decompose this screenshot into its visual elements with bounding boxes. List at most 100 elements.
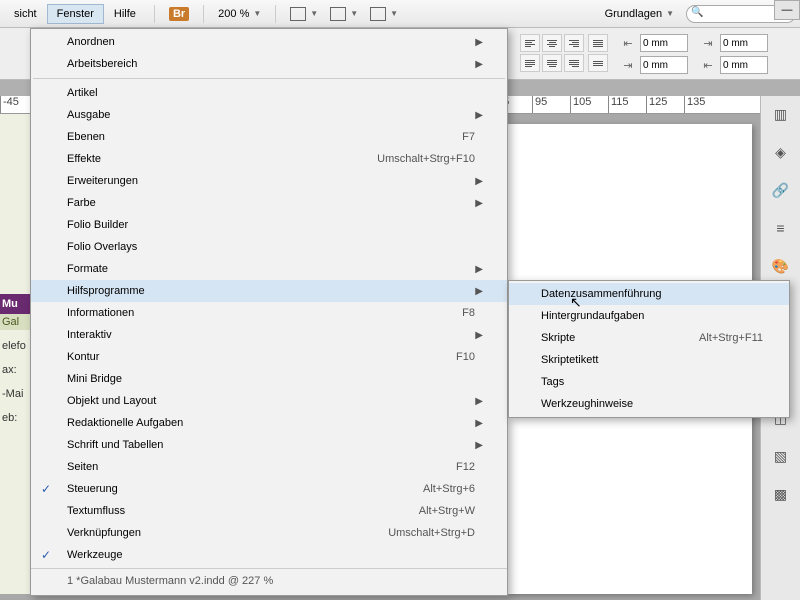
headline-fragment: Mu xyxy=(0,294,30,314)
submenu-item-label: Skripte xyxy=(541,332,575,344)
submenu-arrow-icon: ▶ xyxy=(475,176,483,187)
menu-item[interactable]: Farbe▶ xyxy=(31,192,507,214)
menu-item-shortcut: F8 xyxy=(462,307,483,319)
menu-item-label: Ebenen xyxy=(67,131,105,143)
submenu-arrow-icon: ▶ xyxy=(475,264,483,275)
window-menu-dropdown: Anordnen▶Arbeitsbereich▶ArtikelAusgabe▶E… xyxy=(30,28,508,596)
align-center-button[interactable] xyxy=(542,34,562,52)
align-away-spine-button[interactable] xyxy=(588,54,608,72)
indent-last-input[interactable] xyxy=(720,56,768,74)
justify-right-button[interactable] xyxy=(564,54,584,72)
window-minimize-button[interactable]: — xyxy=(774,0,800,20)
menu-help[interactable]: Hilfe xyxy=(104,4,146,24)
panel-icon-10[interactable]: ▧ xyxy=(769,446,793,466)
menu-item[interactable]: Arbeitsbereich▶ xyxy=(31,53,507,75)
submenu-shortcut: Alt+Strg+F11 xyxy=(699,332,771,344)
indent-column-1: ⇤ ⇥ xyxy=(620,34,688,74)
left-page-fragment: Mu Gal elefoax:-Maieb: xyxy=(0,114,30,594)
links-panel-icon[interactable]: 🔗 xyxy=(769,180,793,200)
submenu-arrow-icon: ▶ xyxy=(475,418,483,429)
menu-item[interactable]: Folio Overlays xyxy=(31,236,507,258)
panel-icon-11[interactable]: ▩ xyxy=(769,484,793,504)
align-left-button[interactable] xyxy=(520,34,540,52)
zoom-level[interactable]: 200 %▼ xyxy=(212,6,267,22)
menu-item-label: Formate xyxy=(67,263,108,275)
submenu-arrow-icon: ▶ xyxy=(475,37,483,48)
menu-item[interactable]: Ausgabe▶ xyxy=(31,104,507,126)
menu-item[interactable]: TextumflussAlt+Strg+W xyxy=(31,500,507,522)
menu-item[interactable]: EffekteUmschalt+Strg+F10 xyxy=(31,148,507,170)
menu-item-label: Interaktiv xyxy=(67,329,112,341)
menu-open-document[interactable]: 1 *Galabau Mustermann v2.indd @ 227 % xyxy=(31,568,507,593)
menu-item[interactable]: VerknüpfungenUmschalt+Strg+D xyxy=(31,522,507,544)
menu-item[interactable]: Anordnen▶ xyxy=(31,31,507,53)
submenu-arrow-icon: ▶ xyxy=(475,330,483,341)
check-icon: ✓ xyxy=(41,482,51,496)
pages-panel-icon[interactable]: ▥ xyxy=(769,104,793,124)
menu-item-label: Steuerung xyxy=(67,483,118,495)
indent-left-input[interactable] xyxy=(640,34,688,52)
menu-item[interactable]: Artikel xyxy=(31,82,507,104)
submenu-item-label: Datenzusammenführung xyxy=(541,288,661,300)
submenu-item-label: Tags xyxy=(541,376,564,388)
menu-item[interactable]: Redaktionelle Aufgaben▶ xyxy=(31,412,507,434)
ruler-tick: -45 xyxy=(0,96,19,114)
menu-item-label: Verknüpfungen xyxy=(67,527,141,539)
menu-view[interactable]: sicht xyxy=(4,4,47,24)
menu-item[interactable]: Formate ▶ xyxy=(31,258,507,280)
menu-item[interactable]: KonturF10 xyxy=(31,346,507,368)
contact-labels-fragment: elefoax:-Maieb: xyxy=(0,330,30,434)
submenu-item[interactable]: Tags xyxy=(509,371,789,393)
workspace-area: Grundlagen▼ 🔍 xyxy=(599,5,796,23)
submenu-item-label: Werkzeughinweise xyxy=(541,398,633,410)
indent-column-2: ⇥ ⇤ xyxy=(700,34,768,74)
filmstrip-icon xyxy=(290,7,306,21)
submenu-item[interactable]: Hintergrundaufgaben xyxy=(509,305,789,327)
arrange-documents[interactable]: ▼ xyxy=(364,5,404,23)
menu-item-shortcut: Umschalt+Strg+F10 xyxy=(377,153,483,165)
submenu-item[interactable]: Werkzeughinweise xyxy=(509,393,789,415)
submenu-arrow-icon: ▶ xyxy=(475,396,483,407)
indent-right-input[interactable] xyxy=(720,34,768,52)
screen-mode[interactable]: ▼ xyxy=(324,5,364,23)
paragraph-align-group xyxy=(520,34,584,72)
bridge-button[interactable]: Br xyxy=(163,5,195,23)
stroke-panel-icon[interactable]: ≡ xyxy=(769,218,793,238)
workspace-switcher[interactable]: Grundlagen▼ xyxy=(599,6,680,22)
menu-item[interactable]: ✓Werkzeuge xyxy=(31,544,507,566)
menu-item[interactable]: Mini Bridge xyxy=(31,368,507,390)
menu-item-label: Textumfluss xyxy=(67,505,125,517)
indent-right-icon: ⇥ xyxy=(700,35,716,51)
menu-item[interactable]: InformationenF8 xyxy=(31,302,507,324)
indent-first-input[interactable] xyxy=(640,56,688,74)
menu-item[interactable]: ✓ Steuerung Alt+Strg+6 xyxy=(31,478,507,500)
menu-item-label: Farbe xyxy=(67,197,96,209)
menu-item[interactable]: Interaktiv ▶ xyxy=(31,324,507,346)
justify-left-button[interactable] xyxy=(520,54,540,72)
submenu-item[interactable]: Skriptetikett xyxy=(509,349,789,371)
menu-item-label: Arbeitsbereich xyxy=(67,58,137,70)
menu-item[interactable]: Objekt und Layout▶ xyxy=(31,390,507,412)
menu-item[interactable]: Schrift und Tabellen▶ xyxy=(31,434,507,456)
align-right-button[interactable] xyxy=(564,34,584,52)
menu-item-label: Schrift und Tabellen xyxy=(67,439,163,451)
justify-center-button[interactable] xyxy=(542,54,562,72)
search-icon: 🔍 xyxy=(691,7,703,18)
indent-last-icon: ⇤ xyxy=(700,57,716,73)
color-panel-icon[interactable]: 🎨 xyxy=(769,256,793,276)
menu-item-shortcut: Alt+Strg+6 xyxy=(423,483,483,495)
menu-item[interactable]: Erweiterungen▶ xyxy=(31,170,507,192)
layers-panel-icon[interactable]: ◈ xyxy=(769,142,793,162)
menu-item[interactable]: EbenenF7 xyxy=(31,126,507,148)
utilities-submenu: DatenzusammenführungHintergrundaufgabenS… xyxy=(508,280,790,418)
view-options[interactable]: ▼ xyxy=(284,5,324,23)
menu-item[interactable]: Folio Builder xyxy=(31,214,507,236)
menu-window[interactable]: Fenster xyxy=(47,4,104,24)
submenu-item[interactable]: Datenzusammenführung xyxy=(509,283,789,305)
justify-all-button[interactable] xyxy=(588,34,608,52)
submenu-arrow-icon: ▶ xyxy=(475,110,483,121)
submenu-item[interactable]: Skripte Alt+Strg+F11 xyxy=(509,327,789,349)
menu-item[interactable]: Hilfsprogramme▶ xyxy=(31,280,507,302)
menu-item[interactable]: SeitenF12 xyxy=(31,456,507,478)
ruler-tick: 125 xyxy=(646,96,667,114)
